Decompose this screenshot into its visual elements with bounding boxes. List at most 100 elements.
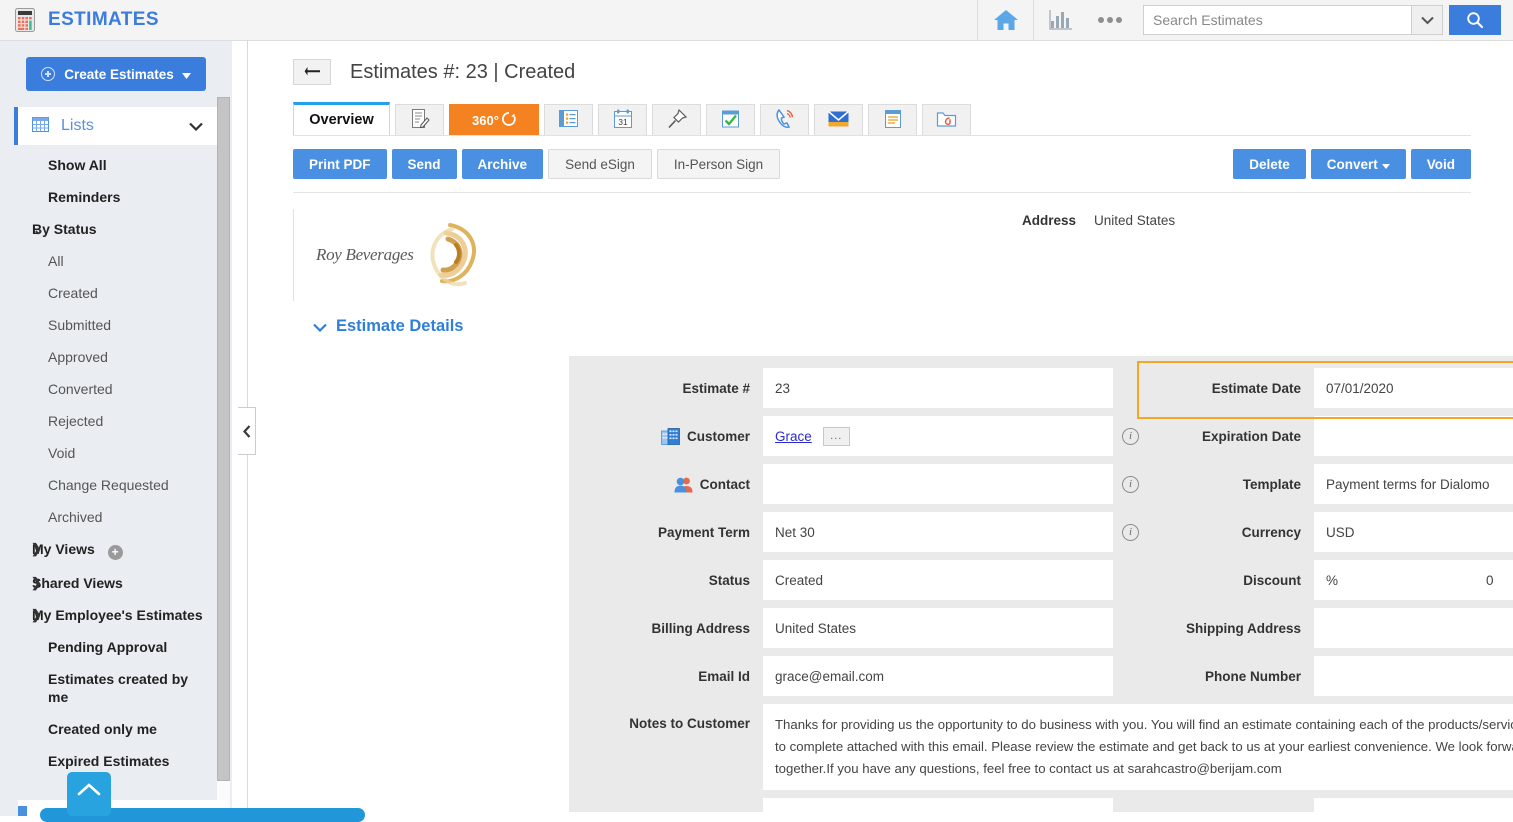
header-tools (977, 0, 1513, 41)
tab-notes-edit[interactable] (395, 104, 444, 136)
sidebar-group-by-status[interactable]: ⌄ By Status (0, 213, 214, 245)
field-value[interactable]: United States (763, 608, 1113, 648)
tab-calendar[interactable]: 31 (598, 104, 647, 136)
sidebar-item-label: Shared Views (32, 574, 123, 591)
list-card-icon (558, 108, 579, 132)
print-pdf-button[interactable]: Print PDF (293, 149, 387, 179)
customer-lookup-button[interactable]: ... (822, 426, 850, 446)
notes-label: Notes to Customer (629, 716, 750, 731)
search-submit-button[interactable] (1449, 5, 1501, 35)
send-esign-button[interactable]: Send eSign (548, 149, 652, 179)
field-value-partial[interactable] (763, 798, 1113, 812)
back-button[interactable] (293, 59, 331, 85)
form-row: Contact i Template Payment terms for Dia… (569, 464, 1513, 504)
field-value-partial[interactable] (1314, 798, 1513, 812)
sidebar-item-archived[interactable]: Archived (0, 501, 214, 533)
sidebar-item-pending-approval[interactable]: Pending Approval (0, 631, 214, 663)
info-icon[interactable]: i (1122, 427, 1139, 445)
field-value[interactable]: USD (1314, 512, 1513, 552)
sidebar-item-reminders[interactable]: Reminders (0, 181, 214, 213)
field-label: Currency (1241, 524, 1301, 540)
sidebar-lists-header[interactable]: Lists (14, 107, 217, 145)
page-header: Estimates #: 23 | Created (248, 41, 1513, 85)
field-value[interactable]: Net 30 (763, 512, 1113, 552)
bottom-accent-marker (18, 806, 27, 816)
field-value[interactable]: grace@email.com (763, 656, 1113, 696)
tab-email[interactable] (814, 104, 863, 136)
discount-amount[interactable]: 0 (1486, 573, 1494, 588)
tab-pushpin[interactable] (652, 104, 701, 136)
sidebar-item-label: All (48, 253, 64, 269)
sidebar-item-converted[interactable]: Converted (0, 373, 214, 405)
form-row: Status Created Discount % 0 i (569, 560, 1513, 600)
sidebar-item-all[interactable]: All (0, 245, 214, 277)
sidebar-item-show-all[interactable]: Show All (0, 149, 214, 181)
search-scope-dropdown[interactable] (1411, 5, 1443, 35)
archive-button[interactable]: Archive (461, 149, 544, 179)
sidebar-item-approved[interactable]: Approved (0, 341, 214, 373)
sidebar-item-created[interactable]: Created (0, 277, 214, 309)
sidebar-item-change-requested[interactable]: Change Requested (0, 469, 214, 501)
in-person-sign-button[interactable]: In-Person Sign (656, 149, 781, 179)
sidebar-item-rejected[interactable]: Rejected (0, 405, 214, 437)
field-value[interactable]: 23 (763, 368, 1113, 408)
tab-attachment[interactable] (922, 104, 971, 136)
field-value[interactable]: 07/01/2020 (1314, 368, 1513, 408)
scroll-to-top-button[interactable] (67, 772, 111, 816)
field-value[interactable] (1314, 416, 1513, 456)
home-icon[interactable] (977, 0, 1033, 41)
main-content: Estimates #: 23 | Created Overview 360° (248, 41, 1513, 816)
tab-list-card[interactable] (544, 104, 593, 136)
field-value[interactable] (1314, 608, 1513, 648)
notes-value[interactable]: Thanks for providing us the opportunity … (763, 704, 1513, 790)
info-icon[interactable]: i (1122, 523, 1139, 541)
ellipsis-icon[interactable] (1087, 0, 1133, 41)
convert-button[interactable]: Convert (1310, 149, 1406, 179)
chevron-down-icon: ⌄ (33, 222, 44, 237)
tab-overview[interactable]: Overview (293, 102, 390, 136)
caret-down-icon (181, 67, 191, 82)
estimate-details-section-header[interactable]: Estimate Details (313, 317, 1513, 336)
sidebar-scrollbar-thumb[interactable] (217, 97, 230, 781)
add-view-icon[interactable]: + (107, 544, 123, 560)
tab-360-degree[interactable]: 360° (449, 104, 539, 136)
tab-label: Overview (309, 112, 374, 128)
form-row: Billing Address United States Shipping A… (569, 608, 1513, 648)
tab-note-lines[interactable] (868, 104, 917, 136)
field-value[interactable]: % 0 (1314, 560, 1513, 600)
sidebar-group-my-views[interactable]: ❯ My Views + (0, 533, 214, 567)
tab-phone-call[interactable] (760, 104, 809, 136)
field-value[interactable]: Grace ... (763, 416, 1113, 456)
create-estimates-button[interactable]: Create Estimates (26, 57, 206, 91)
customer-link[interactable]: Grace (775, 429, 812, 444)
sidebar-item-void[interactable]: Void (0, 437, 214, 469)
delete-button[interactable]: Delete (1233, 149, 1306, 179)
field-estimate-number: Estimate # 23 (569, 368, 1139, 408)
field-value[interactable] (1314, 656, 1513, 696)
bar-chart-icon[interactable] (1033, 0, 1087, 41)
sidebar-item-label: Expired Estimates (48, 752, 170, 769)
send-button[interactable]: Send (391, 149, 457, 179)
discount-type[interactable]: % (1326, 573, 1486, 588)
sidebar-item-label: Created (48, 285, 98, 301)
sidebar-collapse-handle[interactable] (238, 407, 256, 455)
chevron-right-icon: ❯ (31, 574, 42, 590)
tab-task-checkmark[interactable] (706, 104, 755, 136)
field-value[interactable]: Payment terms for Dialomo (1314, 464, 1513, 504)
field-value[interactable] (763, 464, 1113, 504)
sidebar-group-shared-views[interactable]: ❯ Shared Views (0, 567, 214, 599)
sidebar-item-label: Converted (48, 381, 113, 397)
app-title: ESTIMATES (48, 9, 159, 30)
search-input[interactable] (1143, 5, 1411, 35)
field-value[interactable]: Created (763, 560, 1113, 600)
sidebar-group-my-employees-estimates[interactable]: ❯ My Employee's Estimates (0, 599, 214, 631)
sidebar-item-estimates-created-by-me[interactable]: Estimates created by me (0, 663, 190, 713)
sidebar-item-submitted[interactable]: Submitted (0, 309, 214, 341)
sidebar-item-created-only-me[interactable]: Created only me (0, 713, 214, 745)
chevron-down-icon (189, 118, 203, 134)
button-label: Send (407, 156, 441, 172)
swirl-logo-icon (410, 215, 488, 296)
form-row: Customer Grace ... i Expiration Date (569, 416, 1513, 456)
info-icon[interactable]: i (1122, 475, 1139, 493)
void-button[interactable]: Void (1410, 149, 1471, 179)
